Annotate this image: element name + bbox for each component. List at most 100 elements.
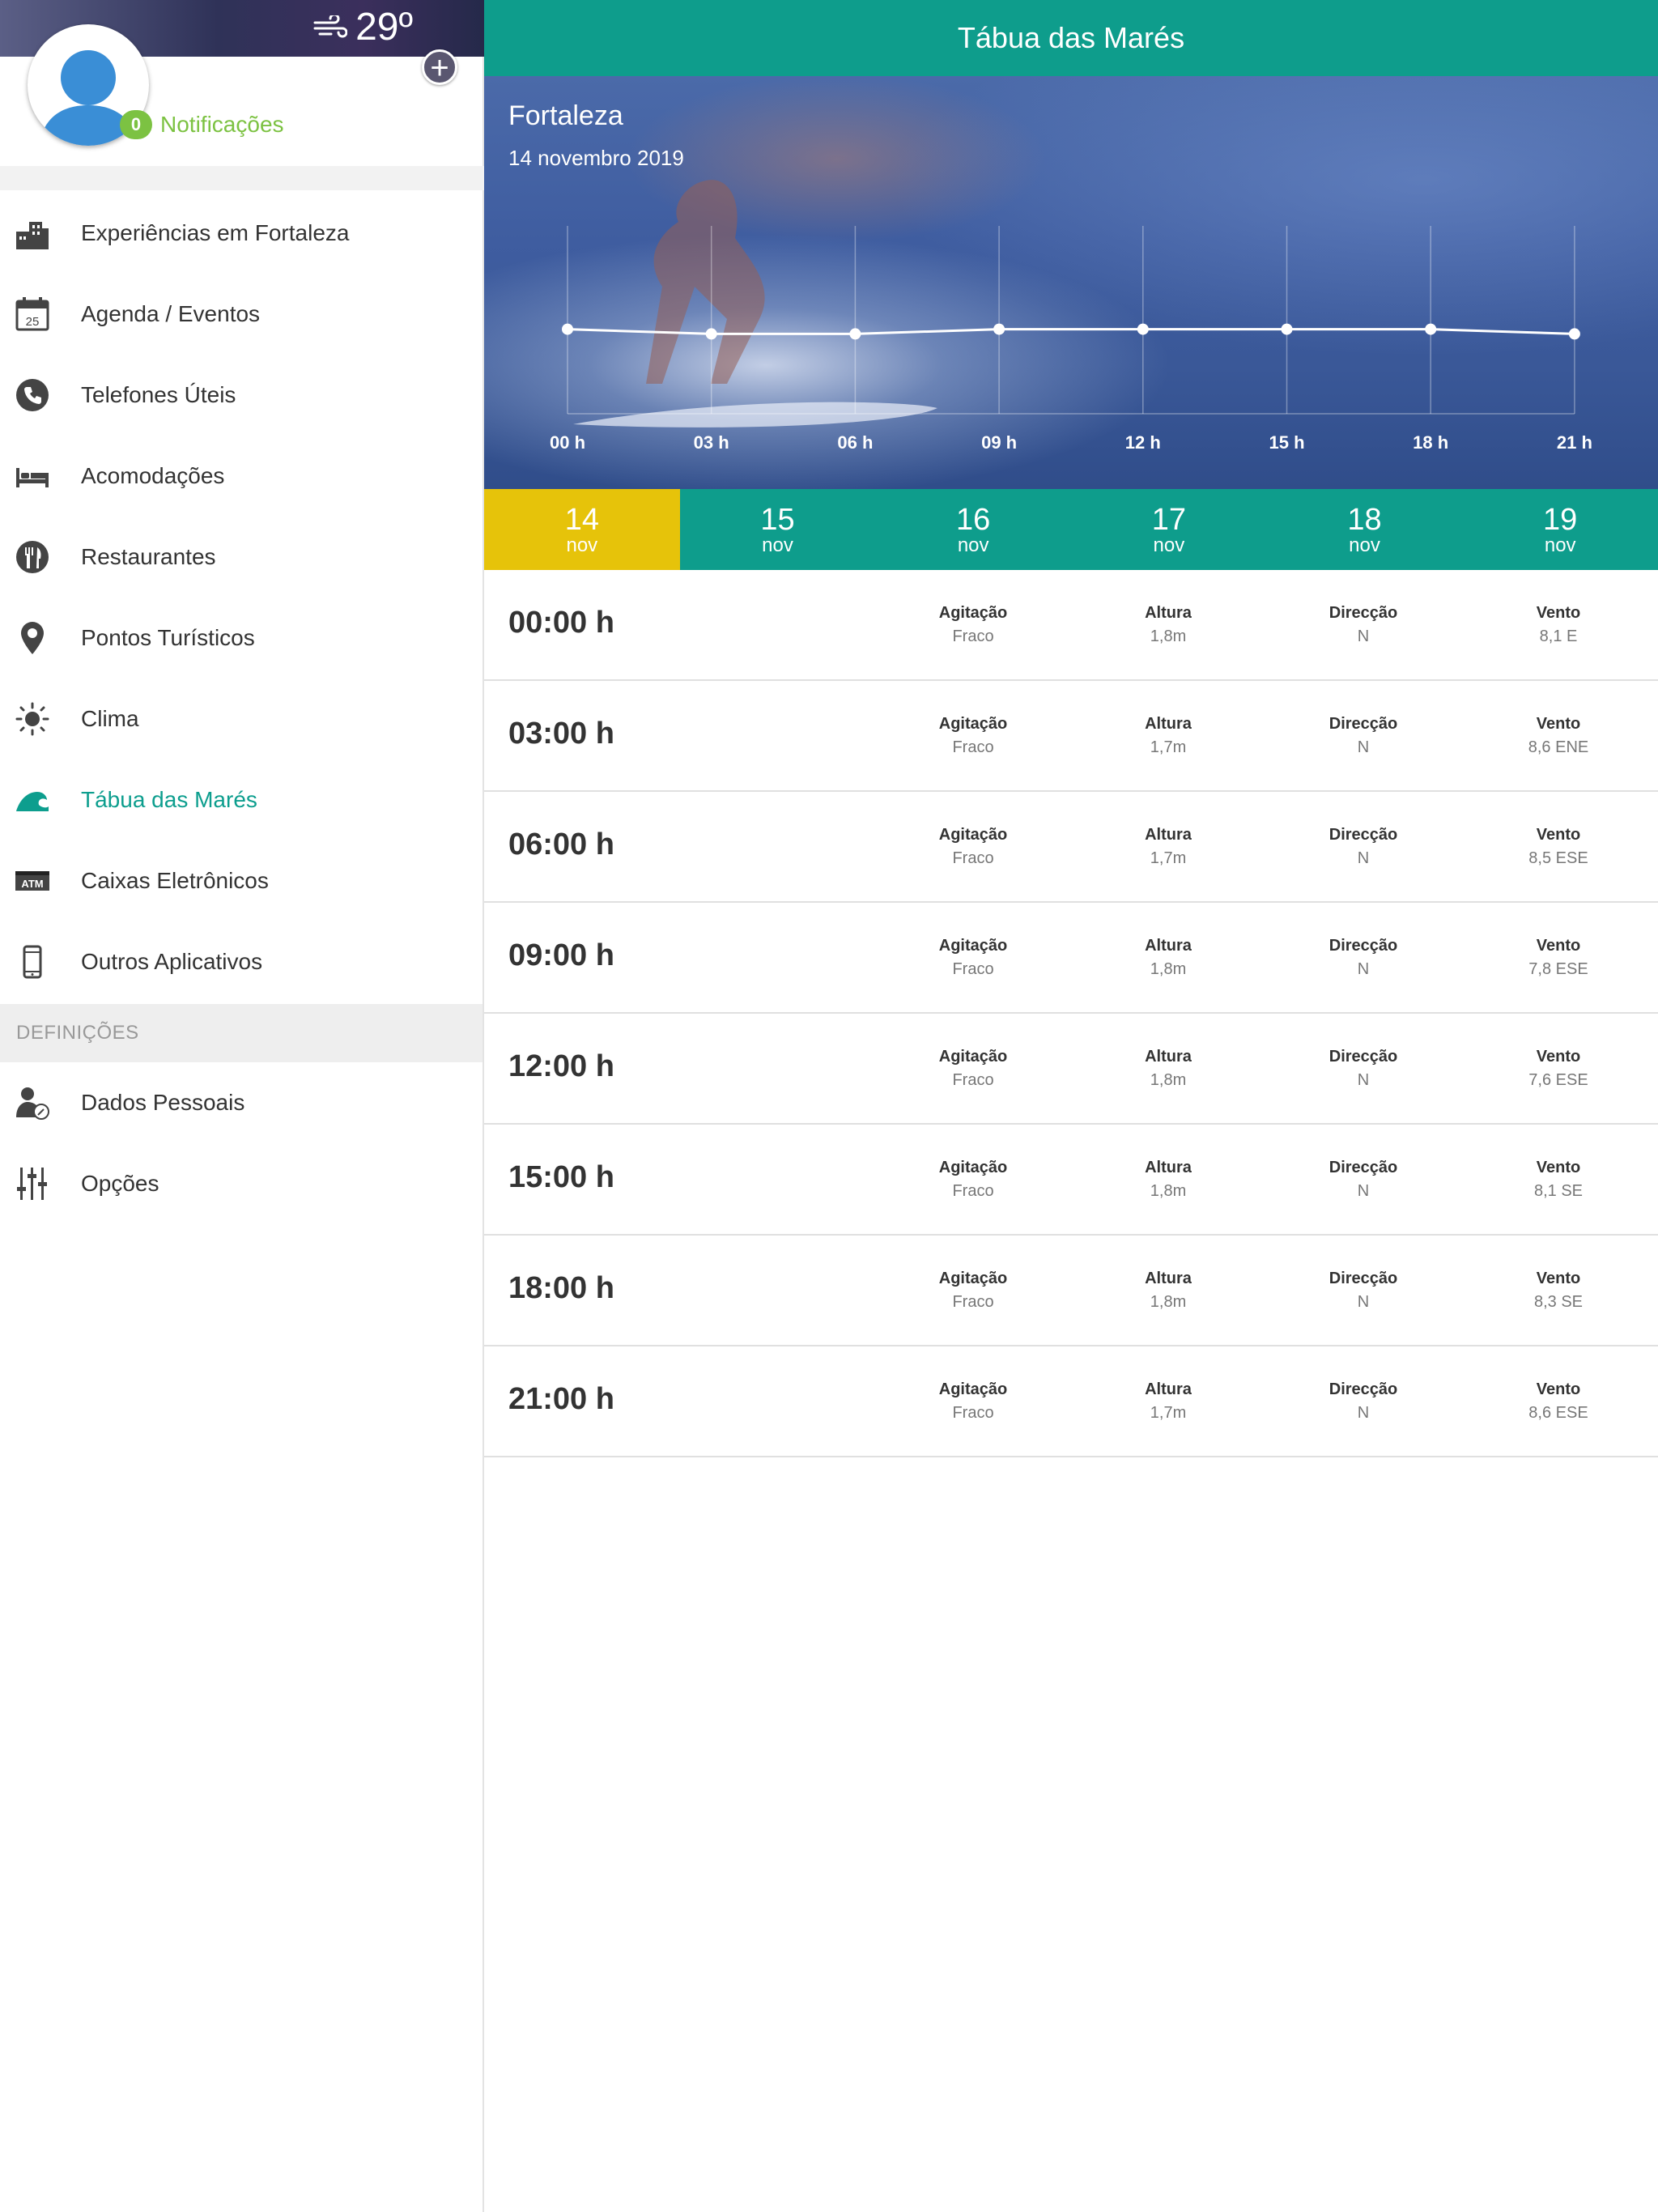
column-label: Altura bbox=[1145, 604, 1192, 622]
sun-icon bbox=[15, 701, 50, 737]
row-direction: Direcção N bbox=[1282, 715, 1444, 757]
sidebar-item-label: Restaurantes bbox=[81, 544, 216, 569]
column-value: N bbox=[1357, 849, 1370, 867]
row-direction: Direcção N bbox=[1282, 1380, 1444, 1423]
column-label: Agitação bbox=[938, 1380, 1008, 1398]
day-month: nov bbox=[1153, 534, 1185, 556]
column-label: Agitação bbox=[938, 1048, 1008, 1066]
sidebar-item-tide-table[interactable]: Tábua das Marés bbox=[0, 759, 483, 840]
day-tab-16[interactable]: 16 nov bbox=[875, 489, 1071, 570]
column-value: 1,8m bbox=[1150, 1071, 1187, 1089]
sidebar-item-options[interactable]: Opções bbox=[0, 1143, 483, 1224]
column-label: Vento bbox=[1536, 715, 1581, 733]
day-tab-17[interactable]: 17 nov bbox=[1071, 489, 1267, 570]
tide-point[interactable] bbox=[993, 323, 1005, 335]
sidebar-item-experiences[interactable]: Experiências em Fortaleza bbox=[0, 193, 483, 274]
column-label: Agitação bbox=[938, 604, 1008, 622]
row-time: 06:00 h bbox=[508, 827, 614, 861]
column-value: Fraco bbox=[952, 1071, 994, 1089]
tide-chart bbox=[562, 180, 1580, 428]
sidebar-item-events[interactable]: 25 Agenda / Eventos bbox=[0, 274, 483, 355]
sidebar-item-tourist-spots[interactable]: Pontos Turísticos bbox=[0, 598, 483, 678]
sidebar-item-personal-data[interactable]: Dados Pessoais bbox=[0, 1062, 483, 1143]
row-direction: Direcção N bbox=[1282, 604, 1444, 646]
tide-point[interactable] bbox=[849, 328, 861, 340]
column-value: 7,8 ESE bbox=[1528, 960, 1588, 978]
notifications[interactable]: 0 Notificações bbox=[120, 110, 284, 139]
day-tab-19[interactable]: 19 nov bbox=[1462, 489, 1658, 570]
row-height: Altura 1,8m bbox=[1087, 1159, 1249, 1201]
weather-widget[interactable]: 29º bbox=[313, 5, 413, 49]
column-value: Fraco bbox=[952, 960, 994, 978]
x-tick-label: 06 h bbox=[837, 432, 874, 453]
row-wind: Vento 8,6 ENE bbox=[1477, 715, 1639, 757]
row-direction: Direcção N bbox=[1282, 1270, 1444, 1312]
column-value: 8,5 ESE bbox=[1528, 849, 1588, 867]
tide-point[interactable] bbox=[1281, 323, 1293, 335]
row-direction: Direcção N bbox=[1282, 1048, 1444, 1090]
sidebar-item-restaurants[interactable]: Restaurantes bbox=[0, 517, 483, 598]
row-time: 00:00 h bbox=[508, 606, 614, 640]
row-time: 12:00 h bbox=[508, 1049, 614, 1083]
column-value: Fraco bbox=[952, 627, 994, 645]
row-wind: Vento 8,1 SE bbox=[1477, 1159, 1639, 1201]
row-agitation: Agitação Fraco bbox=[892, 604, 1054, 646]
tide-point[interactable] bbox=[1425, 323, 1437, 335]
day-month: nov bbox=[957, 534, 989, 556]
sidebar-item-other-apps[interactable]: Outros Aplicativos bbox=[0, 921, 483, 1002]
tide-point[interactable] bbox=[562, 323, 573, 335]
table-row: 09:00 h Agitação Fraco Altura 1,8m Direcção N V… bbox=[484, 903, 1658, 1014]
column-value: N bbox=[1357, 1404, 1370, 1422]
tide-point[interactable] bbox=[705, 328, 717, 340]
day-tab-14[interactable]: 14 nov bbox=[484, 489, 680, 570]
add-button[interactable]: + bbox=[422, 49, 457, 85]
sidebar-item-phones[interactable]: Telefones Úteis bbox=[0, 355, 483, 436]
day-tab-15[interactable]: 15 nov bbox=[680, 489, 876, 570]
row-height: Altura 1,7m bbox=[1087, 715, 1249, 757]
tide-point[interactable] bbox=[1568, 328, 1580, 340]
day-month: nov bbox=[566, 534, 598, 556]
sidebar-item-label: Outros Aplicativos bbox=[81, 949, 263, 974]
column-value: 1,7m bbox=[1150, 1404, 1187, 1422]
day-number: 14 bbox=[564, 503, 599, 537]
column-label: Vento bbox=[1536, 604, 1581, 622]
sidebar-item-weather[interactable]: Clima bbox=[0, 678, 483, 759]
column-label: Agitação bbox=[938, 1270, 1008, 1287]
sidebar-item-atms[interactable]: ATM Caixas Eletrônicos bbox=[0, 840, 483, 921]
column-label: Agitação bbox=[938, 1159, 1008, 1176]
row-agitation: Agitação Fraco bbox=[892, 826, 1054, 868]
column-value: Fraco bbox=[952, 849, 994, 867]
column-label: Vento bbox=[1536, 826, 1581, 844]
phone-icon bbox=[15, 377, 50, 413]
column-value: Fraco bbox=[952, 738, 994, 756]
tide-series-line bbox=[567, 328, 1575, 335]
sidebar-divider bbox=[0, 166, 484, 190]
day-number: 17 bbox=[1151, 503, 1186, 537]
svg-text:ATM: ATM bbox=[21, 878, 43, 890]
column-label: Direcção bbox=[1329, 715, 1398, 733]
column-label: Direcção bbox=[1329, 1048, 1398, 1066]
row-agitation: Agitação Fraco bbox=[892, 1159, 1054, 1201]
table-row: 21:00 h Agitação Fraco Altura 1,7m Direcção N V… bbox=[484, 1346, 1658, 1457]
day-tab-18[interactable]: 18 nov bbox=[1267, 489, 1463, 570]
column-value: N bbox=[1357, 960, 1370, 978]
tide-point[interactable] bbox=[1137, 323, 1149, 335]
sidebar-menu: Experiências em Fortaleza 25 Agenda / Ev… bbox=[0, 193, 483, 1224]
sidebar-item-accommodations[interactable]: Acomodações bbox=[0, 436, 483, 517]
row-direction: Direcção N bbox=[1282, 826, 1444, 868]
wind-icon bbox=[313, 15, 348, 37]
table-row: 18:00 h Agitação Fraco Altura 1,8m Direcção N V… bbox=[484, 1236, 1658, 1346]
x-tick-label: 12 h bbox=[1124, 432, 1161, 453]
column-label: Agitação bbox=[938, 715, 1008, 733]
sidebar: 29º + 0 Notificações Experiências em For… bbox=[0, 0, 484, 2212]
x-tick-label: 09 h bbox=[981, 432, 1018, 453]
column-label: Vento bbox=[1536, 1380, 1581, 1398]
notifications-label: Notificações bbox=[160, 112, 284, 137]
row-height: Altura 1,7m bbox=[1087, 826, 1249, 868]
smartphone-icon bbox=[15, 944, 50, 980]
table-row: 00:00 h Agitação Fraco Altura 1,8m Direcção N V… bbox=[484, 570, 1658, 681]
column-label: Direcção bbox=[1329, 1270, 1398, 1287]
day-number: 19 bbox=[1543, 503, 1578, 537]
city-buildings-icon bbox=[15, 215, 50, 251]
column-label: Vento bbox=[1536, 1270, 1581, 1287]
